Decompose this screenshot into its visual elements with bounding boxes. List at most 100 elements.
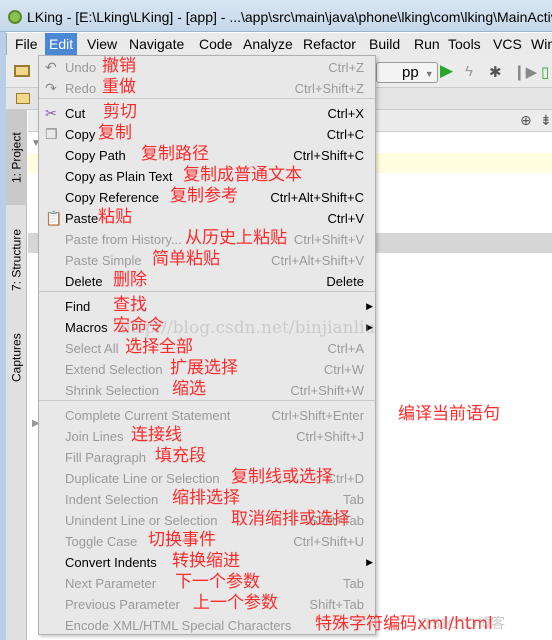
chevron-down-icon: ▼	[424, 69, 434, 79]
annotation-join-lines: 连接线	[131, 425, 182, 445]
menu-edit[interactable]: Edit	[45, 33, 78, 55]
shortcut-label: Tab	[343, 576, 364, 591]
annotation-fill-paragraph: 填充段	[155, 446, 206, 466]
tab-captures-label: Captures	[9, 333, 24, 382]
menu-view[interactable]: View	[83, 36, 121, 56]
annotation-find: 查找	[113, 295, 147, 315]
menu-item-delete[interactable]: Delete Delete	[39, 271, 375, 292]
shortcut-label: Ctrl+X	[327, 106, 364, 121]
tab-project-label: 1: Project	[9, 132, 24, 183]
menu-code[interactable]: Code	[195, 36, 236, 56]
menu-item-label: Macros	[65, 320, 108, 335]
window-title: LKing - [E:\Lking\LKing] - [app] - ...\a…	[27, 9, 552, 25]
run-icon[interactable]: ▶	[440, 61, 453, 81]
shortcut-label: Ctrl+Shift+W	[290, 383, 364, 398]
annotation-copy-as-plain-text: 复制成普通文本	[183, 165, 302, 185]
shortcut-label: Ctrl+Shift+Z	[294, 81, 364, 96]
shortcut-label: Tab	[343, 492, 364, 507]
menu-item-label: Find	[65, 299, 91, 314]
annotation-toggle-case: 切换事件	[148, 530, 216, 550]
shortcut-label: Ctrl+Shift+J	[296, 429, 364, 444]
lightning-icon[interactable]: ϟ	[465, 63, 473, 80]
locate-icon[interactable]: ⊕	[520, 112, 532, 129]
submenu-arrow-icon: ▶	[366, 557, 373, 567]
shortcut-label: Shift+Tab	[309, 597, 364, 612]
menu-item-find[interactable]: Find ▶	[39, 296, 375, 317]
menu-item-label: Paste from History...	[65, 232, 182, 247]
menu-item-label: Copy Path	[65, 148, 126, 163]
menu-item-select-all[interactable]: Select All Ctrl+A	[39, 338, 375, 359]
menu-item-label: Redo	[65, 81, 97, 96]
menu-item-label: Previous Parameter	[65, 597, 180, 612]
attach-icon[interactable]: ❙▶	[513, 63, 537, 81]
menu-item-label: Copy Reference	[65, 190, 159, 205]
menu-item-paste[interactable]: 📋 Paste Ctrl+V	[39, 208, 375, 229]
menu-navigate[interactable]: Navigate	[125, 36, 188, 56]
menu-build[interactable]: Build	[365, 36, 404, 56]
menu-item-fill-paragraph[interactable]: Fill Paragraph	[39, 447, 375, 468]
shortcut-label: Ctrl+Alt+Shift+C	[270, 190, 364, 205]
open-folder-icon[interactable]	[14, 65, 30, 77]
shortcut-label: Ctrl+Shift+Enter	[271, 408, 365, 423]
menu-item-label: Complete Current Statement	[65, 408, 231, 423]
shortcut-label: Ctrl+W	[323, 362, 364, 377]
tab-project[interactable]: 1: Project	[6, 110, 27, 205]
submenu-arrow-icon: ▶	[366, 301, 373, 311]
android-device-icon[interactable]: ▯	[541, 63, 549, 81]
shortcut-label: Ctrl+Z	[328, 60, 364, 75]
menu-run[interactable]: Run	[410, 36, 444, 56]
shortcut-label: Delete	[326, 274, 364, 289]
shortcut-label: Ctrl+C	[326, 127, 364, 142]
tab-structure[interactable]: 7: Structure	[6, 210, 27, 310]
shortcut-label: Ctrl+V	[327, 211, 364, 226]
menu-item-label: Paste	[65, 211, 99, 226]
run-config-label: pp	[402, 64, 419, 81]
menu-vcs[interactable]: VCS	[489, 36, 526, 56]
annotation-next-parameter: 下一个参数	[175, 572, 260, 592]
run-config-dropdown[interactable]: pp ▼	[376, 62, 438, 83]
annotation-shrink-selection: 缩选	[172, 379, 206, 399]
menu-win[interactable]: Win	[527, 36, 552, 56]
menu-item-undo[interactable]: ↶ Undo Ctrl+Z	[39, 57, 375, 78]
shortcut-label: Ctrl+Shift+V	[293, 232, 364, 247]
project-folder-icon	[16, 93, 30, 104]
menu-item-complete-current-statement[interactable]: Complete Current Statement Ctrl+Shift+Ent…	[39, 405, 375, 426]
menu-tools[interactable]: Tools	[444, 36, 485, 56]
menu-item-label: Join Lines	[65, 429, 124, 444]
menu-item-shrink-selection[interactable]: Shrink Selection Ctrl+Shift+W	[39, 380, 375, 401]
annotation-cut: 剪切	[103, 102, 137, 122]
menu-item-label: Indent Selection	[65, 492, 159, 507]
copy-icon: ❐	[45, 126, 58, 142]
menu-item-label: Delete	[65, 274, 103, 289]
menu-item-label: Copy	[65, 127, 96, 142]
annotation-unindent-line-or-selection: 取消缩排或选择	[231, 509, 350, 529]
tab-captures[interactable]: Captures	[6, 320, 27, 395]
annotation-duplicate-line-or-selection: 复制线或选择	[231, 467, 333, 487]
debug-icon[interactable]: ✱	[489, 63, 502, 81]
menu-item-join-lines[interactable]: Join Lines Ctrl+Shift+J	[39, 426, 375, 447]
menu-file[interactable]: File	[11, 36, 42, 56]
menu-item-cut[interactable]: ✂ Cut Ctrl+X	[39, 103, 375, 124]
menu-item-label: Encode XML/HTML Special Characters	[65, 618, 292, 633]
annotation-paste: 粘贴	[98, 207, 132, 227]
menu-item-copy[interactable]: ❐ Copy Ctrl+C	[39, 124, 375, 145]
annotation-extend-selection: 扩展选择	[170, 358, 238, 378]
annotation-paste-from-history: 从历史上粘贴	[185, 228, 287, 248]
menu-item-label: Paste Simple	[65, 253, 142, 268]
annotation-convert-indents: 转换缩进	[172, 551, 240, 571]
annotation-delete: 删除	[113, 270, 147, 290]
annotation-redo: 重做	[102, 77, 136, 97]
menu-item-label: Undo	[65, 60, 97, 75]
paste-icon: 📋	[45, 210, 63, 226]
shortcut-label: Ctrl+Shift+U	[293, 534, 364, 549]
menu-refactor[interactable]: Refactor	[299, 36, 360, 56]
annotation-undo: 撤销	[102, 56, 136, 76]
menu-item-redo[interactable]: ↷ Redo Ctrl+Shift+Z	[39, 78, 375, 99]
collapse-icon[interactable]: ⇟	[540, 112, 552, 129]
android-studio-icon	[8, 10, 22, 24]
menu-analyze[interactable]: Analyze	[239, 36, 297, 56]
annotation-paste-simple: 简单粘贴	[152, 249, 220, 269]
tab-structure-label: 7: Structure	[9, 228, 24, 292]
menu-item-label: Extend Selection	[65, 362, 163, 377]
annotation-copy: 复制	[98, 123, 132, 143]
